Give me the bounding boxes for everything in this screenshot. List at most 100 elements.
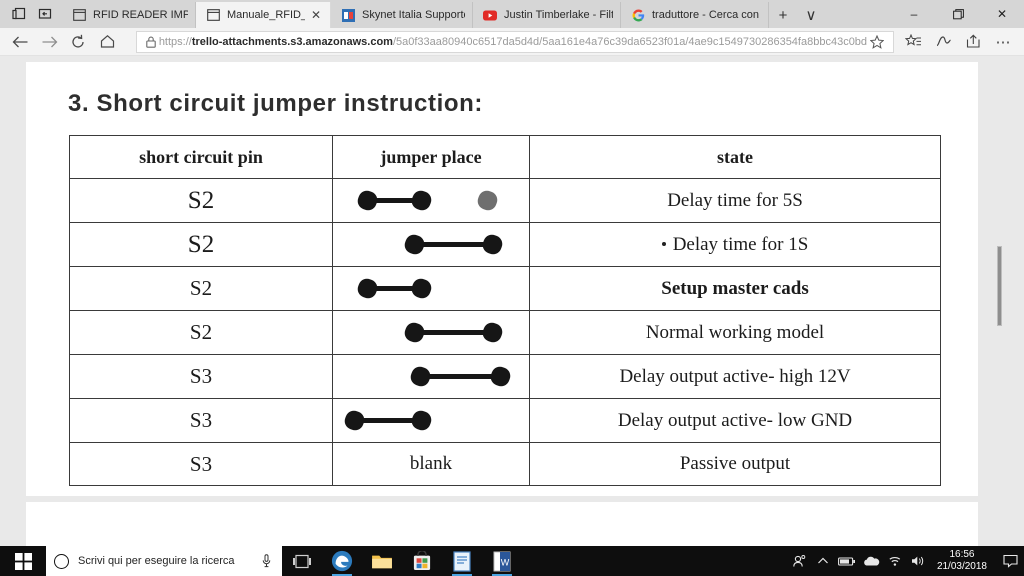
taskbar-app-sticky-notes[interactable] [442, 546, 482, 576]
page-viewport: 3. Short circuit jumper instruction: sho… [0, 56, 1024, 553]
skynet-icon [340, 7, 356, 23]
cell-pin: S2 [69, 266, 333, 311]
jumper-diagram [333, 179, 530, 222]
address-bar-actions: ⋯ [898, 29, 1018, 55]
tabstrip-left-buttons [0, 0, 62, 28]
jumper-diagram [333, 399, 530, 442]
forward-button[interactable] [35, 29, 64, 55]
cell-jumper [332, 178, 530, 223]
table-row: S2 Delay time for 1S [69, 222, 941, 267]
google-icon [630, 7, 646, 23]
cell-jumper [332, 354, 530, 399]
cell-state: Delay time for 5S [529, 178, 941, 223]
cell-pin: S3 [69, 442, 333, 486]
cell-pin: S2 [69, 222, 333, 267]
browser-tab-0[interactable]: RFID READER IMPULSIVO B [62, 2, 196, 28]
tab-list: RFID READER IMPULSIVO B Manuale_RFID_imp… [62, 0, 825, 28]
new-tab-button[interactable]: + [769, 2, 797, 28]
clock-date: 21/03/2018 [936, 561, 987, 572]
home-button[interactable] [93, 29, 122, 55]
cell-state: Delay time for 1S [529, 222, 941, 267]
browser-address-bar: https://trello-attachments.s3.amazonaws.… [0, 28, 1024, 56]
jumper-diagram [333, 267, 530, 310]
table-row: S3 Delay output active- high 12V [69, 354, 941, 399]
back-button[interactable] [6, 29, 35, 55]
battery-icon[interactable] [835, 546, 859, 576]
jumper-pin-dot [409, 276, 434, 301]
table-row: S2 Normal working model [69, 310, 941, 355]
browser-tab-1[interactable]: Manuale_RFID_imp_B_e ✕ [196, 2, 331, 28]
taskbar-app-edge[interactable] [322, 546, 362, 576]
lock-icon [143, 36, 159, 48]
url-text: https://trello-attachments.s3.amazonaws.… [159, 32, 867, 52]
bullet-dot [661, 241, 666, 246]
cell-jumper [332, 398, 530, 443]
jumper-pin-dot [409, 188, 434, 213]
more-settings-icon[interactable]: ⋯ [988, 29, 1018, 55]
people-icon[interactable] [787, 546, 811, 576]
close-icon[interactable]: ✕ [309, 8, 323, 22]
task-view-button[interactable] [282, 546, 322, 576]
vertical-scrollbar-thumb[interactable] [997, 246, 1002, 326]
tab-title: RFID READER IMPULSIVO B [93, 9, 188, 21]
cell-jumper: blank [332, 442, 530, 486]
minimize-button[interactable]: – [892, 0, 936, 28]
jumper-pin-dot [480, 320, 505, 345]
table-header-row: short circuit pin jumper place state [69, 135, 941, 179]
tab-title: Justin Timberlake - Filt [504, 9, 613, 21]
taskbar-search-box[interactable]: Scrivi qui per eseguire la ricerca [46, 546, 282, 576]
maximize-button[interactable] [936, 0, 980, 28]
microphone-icon[interactable] [258, 554, 274, 568]
jumper-link-bar [414, 242, 492, 247]
wifi-icon[interactable] [883, 546, 907, 576]
clock-time: 16:56 [949, 549, 975, 560]
cell-pin: S3 [69, 354, 333, 399]
browser-tab-4[interactable]: traduttore - Cerca con Goo [621, 2, 769, 28]
jumper-table: short circuit pin jumper place state S2 [69, 135, 941, 486]
volume-icon[interactable] [907, 546, 931, 576]
cell-jumper [332, 310, 530, 355]
url-bar[interactable]: https://trello-attachments.s3.amazonaws.… [135, 30, 894, 53]
cell-state: Setup master cads [529, 266, 941, 311]
jumper-link-bar [420, 374, 500, 379]
share-icon[interactable] [958, 29, 988, 55]
jumper-pin-dot [409, 408, 434, 433]
cell-state: Delay output active- low GND [529, 398, 941, 443]
system-tray: 16:56 21/03/2018 [787, 546, 1024, 576]
search-placeholder: Scrivi qui per eseguire la ricerca [78, 555, 235, 567]
taskbar-clock[interactable]: 16:56 21/03/2018 [931, 549, 996, 573]
document-page: 3. Short circuit jumper instruction: sho… [26, 62, 978, 496]
cell-pin: S2 [69, 310, 333, 355]
show-hidden-icons-chevron-icon[interactable] [811, 546, 835, 576]
notes-pen-icon[interactable] [928, 29, 958, 55]
table-row: S3 Delay output active- low GND [69, 398, 941, 443]
url-path: /5a0f33aa80940c6517da5d4d/5aa161e4a76c39… [392, 35, 867, 48]
close-button[interactable]: ✕ [980, 0, 1024, 28]
cell-pin: S3 [69, 398, 333, 443]
header-jumper-place: jumper place [332, 135, 530, 179]
tab-title: Skynet Italia Supporto - Sitе [362, 9, 465, 21]
jumper-pin-dot-open [475, 188, 500, 213]
taskbar-app-microsoft-store[interactable] [402, 546, 442, 576]
taskbar-app-file-explorer[interactable] [362, 546, 402, 576]
header-short-circuit-pin: short circuit pin [69, 135, 333, 179]
cell-state: Normal working model [529, 310, 941, 355]
browser-tab-3[interactable]: Justin Timberlake - Filt [473, 2, 621, 28]
svg-text:W: W [501, 557, 510, 567]
browser-tab-2[interactable]: Skynet Italia Supporto - Sitе [331, 2, 473, 28]
cell-state: Delay output active- high 12V [529, 354, 941, 399]
url-domain: trello-attachments.s3.amazonaws.com [191, 35, 393, 48]
refresh-button[interactable] [64, 29, 93, 55]
start-button[interactable] [0, 546, 46, 576]
cell-jumper [332, 222, 530, 267]
jumper-diagram [333, 311, 530, 354]
tabs-you-set-aside-icon[interactable] [32, 2, 58, 26]
favorites-star-icon[interactable] [867, 34, 887, 49]
set-tabs-aside-icon[interactable] [6, 2, 32, 26]
taskbar-app-word[interactable]: W [482, 546, 522, 576]
jumper-diagram [333, 355, 530, 398]
onedrive-icon[interactable] [859, 546, 883, 576]
action-center-icon[interactable] [996, 546, 1024, 576]
chevron-down-icon[interactable]: ∨ [797, 2, 825, 28]
reading-list-icon[interactable] [898, 29, 928, 55]
